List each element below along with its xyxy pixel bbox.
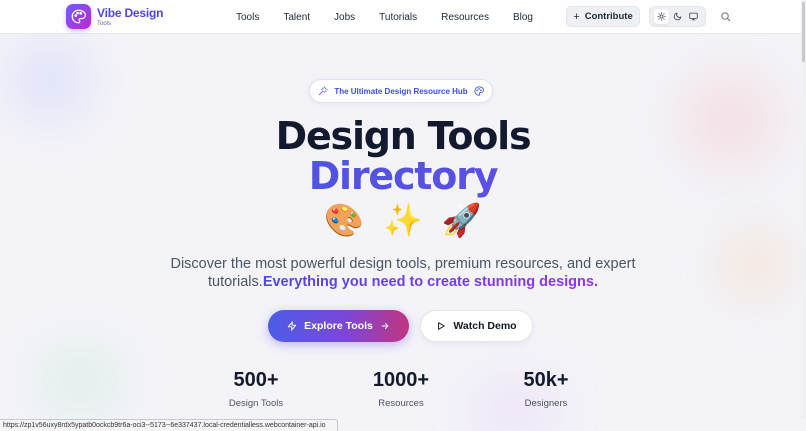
stat-resources: 1000+ Resources [341, 368, 461, 409]
nav-link-resources[interactable]: Resources [441, 12, 489, 23]
tagline-text: The Ultimate Design Resource Hub [334, 86, 468, 96]
brand-logo[interactable]: Vibe Design Tools [66, 4, 163, 29]
theme-dark-button[interactable] [670, 9, 685, 24]
explore-tools-button[interactable]: Explore Tools [268, 310, 409, 342]
stat-designers: 50k+ Designers [486, 368, 606, 409]
page-scrollbar[interactable] [801, 0, 806, 419]
nav-link-tutorials[interactable]: Tutorials [379, 12, 417, 23]
magic-wand-icon [319, 86, 328, 96]
tagline-pill: The Ultimate Design Resource Hub [309, 79, 493, 103]
contribute-button[interactable]: + Contribute [566, 6, 640, 27]
search-button[interactable] [718, 9, 732, 23]
emoji-row: 🎨 ✨ 🚀 [0, 202, 806, 238]
stat-value: 500+ [233, 369, 279, 391]
description-highlight: Everything you need to create stunning d… [262, 274, 598, 290]
arrow-right-icon [381, 323, 389, 329]
theme-switcher [649, 6, 706, 27]
stat-value: 1000+ [372, 369, 430, 391]
nav-link-blog[interactable]: Blog [513, 12, 533, 23]
status-bar-url: https://zp1v56uxy8rdx5ypatb0ockcb9tr6a-o… [0, 419, 338, 431]
nav-link-tools[interactable]: Tools [236, 12, 259, 23]
stat-value: 50k+ [523, 369, 569, 391]
palette-icon [474, 86, 484, 96]
palette-icon [66, 4, 91, 29]
contribute-label: Contribute [584, 11, 633, 22]
moon-icon [673, 12, 682, 21]
play-icon [438, 322, 446, 330]
nav-link-jobs[interactable]: Jobs [334, 12, 355, 23]
top-navbar: Vibe Design Tools Tools Talent Jobs Tuto… [0, 0, 806, 34]
background-blob [10, 40, 90, 120]
sun-icon [656, 12, 666, 21]
scrollbar-thumb[interactable] [802, 2, 805, 62]
explore-tools-label: Explore Tools [304, 320, 373, 332]
brand-subtitle: Tools [97, 20, 112, 27]
nav-link-talent[interactable]: Talent [283, 12, 310, 23]
stat-label: Designers [524, 398, 568, 409]
hero-title-line-1: Design Tools [275, 114, 532, 158]
watch-demo-button[interactable]: Watch Demo [420, 310, 533, 342]
rocket-emoji: 🚀 [441, 202, 482, 238]
plus-icon: + [573, 10, 580, 23]
stat-design-tools: 500+ Design Tools [196, 368, 316, 409]
hero-description: Discover the most powerful design tools,… [150, 255, 656, 291]
artist-palette-emoji: 🎨 [324, 202, 365, 238]
stat-label: Design Tools [228, 398, 284, 409]
sparkles-emoji: ✨ [383, 202, 423, 238]
background-blob [720, 230, 790, 300]
stat-label: Resources [378, 398, 424, 409]
brand-name: Vibe Design [97, 5, 164, 20]
background-blob [40, 350, 120, 410]
theme-system-button[interactable] [686, 9, 701, 24]
hero-title-line-2: Directory [0, 154, 806, 198]
search-icon [720, 11, 730, 21]
theme-light-button[interactable] [653, 9, 669, 24]
lightning-icon [287, 321, 297, 331]
monitor-icon [689, 12, 698, 21]
main-nav: Tools Talent Jobs Tutorials Resources Bl… [236, 0, 557, 34]
watch-demo-label: Watch Demo [453, 320, 517, 332]
